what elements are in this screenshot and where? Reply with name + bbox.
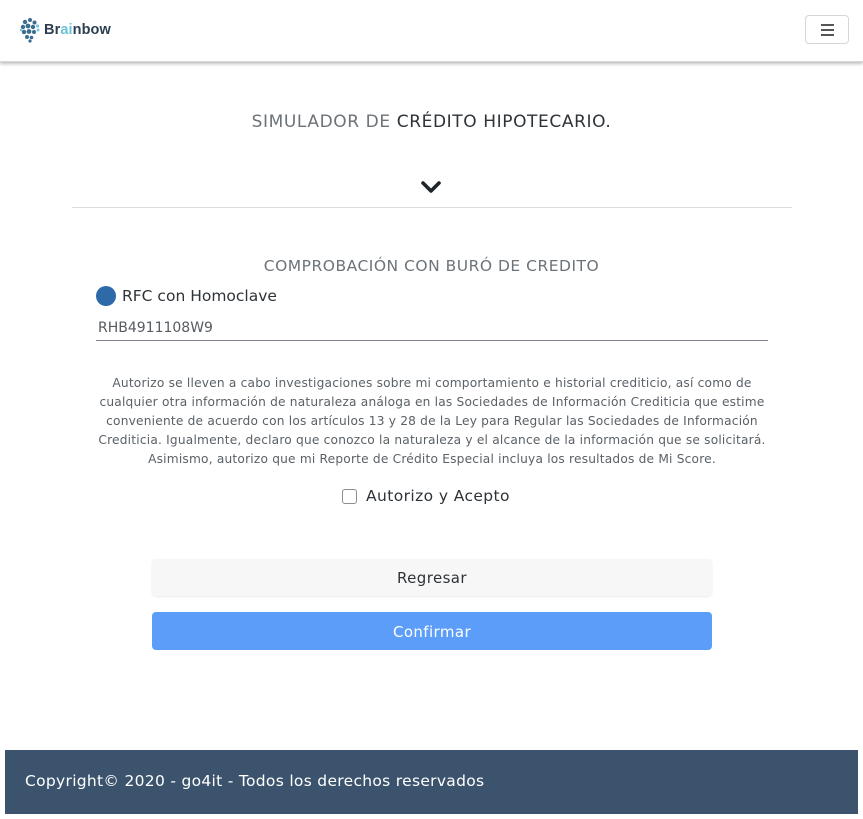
rfc-radio-option[interactable]: RFC con Homoclave [96,286,277,306]
confirm-button[interactable]: Confirmar [152,612,712,650]
brand-name: Brainbow [44,22,111,38]
rfc-input[interactable] [96,316,768,341]
back-button[interactable]: Regresar [152,559,712,596]
brain-logo-icon [19,18,40,43]
authorize-checkbox[interactable] [342,488,357,504]
authorize-checkbox-row[interactable]: Autorizo y Acepto [342,487,510,505]
legal-line: conveniente de acuerdo con los artículos… [106,414,758,428]
authorize-checkbox-label[interactable]: Autorizo y Acepto [366,487,510,505]
brand-logo[interactable]: Brainbow [19,17,111,43]
menu-toggle-button[interactable] [805,15,849,44]
chevron-down-icon[interactable] [420,178,442,196]
hamburger-icon [821,24,834,26]
rfc-radio-label: RFC con Homoclave [122,287,277,305]
radio-selected-icon[interactable] [96,286,116,306]
legal-authorization-text: Autorizo se lleven a cabo investigacione… [82,374,782,469]
hamburger-icon-bar [821,29,834,31]
legal-line: Asimismo, autorizo que mi Reporte de Cré… [148,452,716,466]
section-title: COMPROBACIÓN CON BURÓ DE CREDITO [263,257,600,275]
legal-line: Autorizo se lleven a cabo investigacione… [112,376,752,390]
hamburger-icon-bar [821,34,834,36]
divider [72,207,792,208]
navbar: Brainbow [0,0,863,62]
footer: Copyright© 2020 - go4it - Todos los dere… [5,750,858,814]
legal-line: cualquier otra información de naturaleza… [99,395,765,409]
legal-line: Crediticia. Igualmente, declaro que cono… [98,433,766,447]
copyright-text: Copyright© 2020 - go4it - Todos los dere… [25,772,485,790]
page-title: SIMULADOR DE CRÉDITO HIPOTECARIO. [251,112,612,132]
